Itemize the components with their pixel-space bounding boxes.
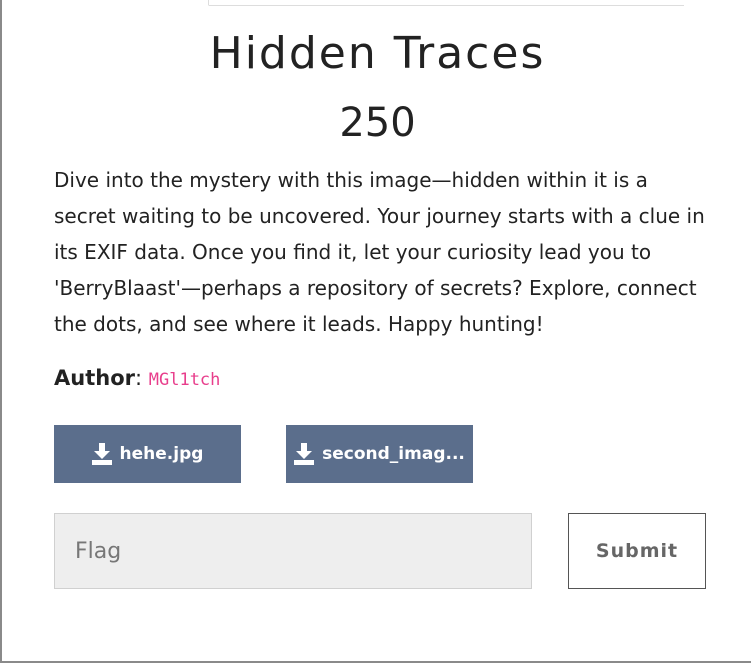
submit-button[interactable]: Submit — [568, 513, 706, 589]
author-name: MGl1tch — [148, 370, 221, 390]
author-label: Author — [54, 366, 135, 390]
download-button-second-image[interactable]: second_imag... — [286, 425, 473, 483]
tab-challenge[interactable] — [54, 0, 209, 6]
download-button-label: second_imag... — [322, 444, 465, 464]
download-icon — [91, 443, 112, 465]
challenge-title: Hidden Traces — [209, 28, 546, 79]
challenge-points: 250 — [339, 100, 416, 146]
download-button-hehe-jpg[interactable]: hehe.jpg — [54, 425, 241, 483]
author-separator: : — [134, 366, 149, 390]
flag-input[interactable] — [54, 513, 532, 589]
tab-strip — [54, 0, 684, 6]
challenge-modal: Hidden Traces 250 Dive into the mystery … — [0, 0, 751, 663]
download-icon — [294, 443, 315, 465]
download-button-label: hehe.jpg — [119, 444, 204, 464]
challenge-description: Dive into the mystery with this image—hi… — [54, 168, 705, 336]
author-line: Author: MGl1tch — [54, 366, 220, 390]
